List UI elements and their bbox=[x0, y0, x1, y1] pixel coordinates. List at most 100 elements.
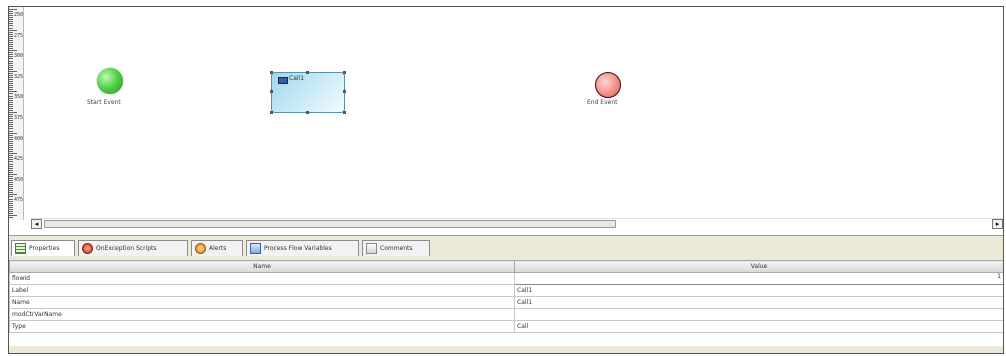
table-row[interactable]: modCtrVarName bbox=[9, 308, 1003, 321]
exception-icon bbox=[82, 243, 93, 254]
start-event-node[interactable] bbox=[97, 68, 123, 94]
tab-process-flow-variables[interactable]: Process Flow Variables bbox=[246, 240, 359, 256]
column-header-value[interactable]: Value bbox=[514, 260, 1003, 273]
property-value-field[interactable]: 1 bbox=[514, 272, 1003, 285]
ruler-tick bbox=[9, 132, 17, 134]
property-name: Label bbox=[9, 284, 515, 297]
resize-handle-tr[interactable] bbox=[343, 71, 346, 74]
ruler-tick bbox=[9, 19, 13, 21]
end-event-node[interactable] bbox=[595, 72, 621, 98]
ruler-tick bbox=[9, 210, 13, 212]
ruler-tick bbox=[9, 35, 13, 37]
table-row[interactable]: flowId 1 bbox=[9, 272, 1003, 285]
property-name: Name bbox=[9, 296, 515, 309]
tab-alerts[interactable]: Alerts bbox=[191, 240, 243, 256]
ruler-tick bbox=[9, 70, 17, 72]
ruler-tick bbox=[9, 186, 13, 188]
ruler-tick bbox=[9, 52, 13, 54]
ruler-tick bbox=[9, 60, 13, 62]
ruler-tick bbox=[9, 89, 13, 91]
ruler-tick bbox=[9, 66, 13, 68]
ruler-tick bbox=[9, 208, 13, 210]
properties-icon bbox=[15, 243, 26, 254]
ruler-tick bbox=[9, 44, 13, 46]
ruler-tick bbox=[9, 9, 17, 10]
ruler-tick bbox=[9, 39, 13, 41]
end-event-label: End Event bbox=[587, 99, 618, 106]
property-value[interactable] bbox=[514, 308, 1003, 321]
call-task-node[interactable]: Call1 bbox=[270, 71, 346, 114]
ruler-tick bbox=[9, 157, 13, 159]
vertical-ruler: 250 275 300 325 350 375 400 425 450 475 bbox=[9, 7, 24, 220]
ruler-tick bbox=[9, 163, 13, 165]
process-canvas[interactable]: 250 275 300 325 350 375 400 425 450 475 Start Eve… bbox=[9, 7, 1003, 229]
property-value[interactable]: Call bbox=[514, 320, 1003, 333]
ruler-tick bbox=[9, 48, 13, 50]
resize-handle-t[interactable] bbox=[306, 71, 309, 74]
ruler-tick bbox=[9, 33, 13, 35]
column-header-name[interactable]: Name bbox=[9, 260, 515, 273]
ruler-tick bbox=[9, 175, 13, 177]
ruler-tick bbox=[9, 182, 13, 184]
ruler-tick bbox=[9, 161, 13, 163]
ruler-label: 375 bbox=[14, 115, 24, 121]
ruler-tick bbox=[9, 188, 13, 190]
ruler-tick bbox=[9, 198, 13, 200]
alert-icon bbox=[195, 243, 206, 254]
tab-label: Process Flow Variables bbox=[264, 245, 332, 252]
ruler-label: 350 bbox=[14, 94, 24, 101]
ruler-tick bbox=[9, 151, 13, 153]
ruler-tick bbox=[9, 31, 13, 33]
tab-onexception-scripts[interactable]: OnException Scripts bbox=[78, 240, 188, 256]
ruler-tick bbox=[9, 13, 13, 15]
ruler-tick bbox=[9, 159, 13, 161]
ruler-tick bbox=[9, 105, 13, 107]
table-row[interactable]: Type Call bbox=[9, 320, 1003, 333]
scroll-thumb[interactable] bbox=[44, 220, 616, 228]
resize-handle-b[interactable] bbox=[306, 111, 309, 114]
property-value[interactable]: Call1 bbox=[514, 284, 1003, 297]
scroll-left-arrow-icon[interactable]: ◂ bbox=[31, 219, 42, 229]
ruler-tick bbox=[9, 194, 17, 196]
property-name: flowId bbox=[9, 272, 515, 285]
resize-handle-l[interactable] bbox=[270, 90, 273, 93]
properties-table: Name Value flowId 1 Label Call1 Name Cal… bbox=[9, 260, 1003, 348]
tab-label: Alerts bbox=[209, 245, 227, 252]
ruler-tick bbox=[9, 25, 13, 27]
ruler-tick bbox=[9, 83, 13, 85]
variables-icon bbox=[250, 243, 261, 254]
property-name: Type bbox=[9, 320, 515, 333]
process-designer-window: 250 275 300 325 350 375 400 425 450 475 Start Eve… bbox=[8, 6, 1004, 354]
horizontal-scrollbar[interactable]: ◂ ▸ bbox=[31, 218, 1003, 229]
ruler-tick bbox=[9, 212, 13, 214]
resize-handle-br[interactable] bbox=[343, 111, 346, 114]
table-row[interactable]: Name Call1 bbox=[9, 296, 1003, 309]
table-row[interactable]: Label Call1 bbox=[9, 284, 1003, 297]
property-name: modCtrVarName bbox=[9, 308, 515, 321]
resize-handle-bl[interactable] bbox=[270, 111, 273, 114]
resize-handle-tl[interactable] bbox=[270, 71, 273, 74]
ruler-tick bbox=[9, 37, 13, 39]
ruler-tick bbox=[9, 177, 13, 179]
ruler-tick bbox=[9, 169, 13, 171]
tab-comments[interactable]: Comments bbox=[362, 240, 430, 256]
scroll-right-arrow-icon[interactable]: ▸ bbox=[992, 219, 1003, 229]
ruler-tick bbox=[9, 140, 13, 142]
ruler-tick bbox=[9, 217, 13, 219]
ruler-tick bbox=[9, 128, 13, 130]
ruler-tick bbox=[9, 124, 13, 126]
ruler-tick bbox=[9, 27, 13, 29]
ruler-tick bbox=[9, 46, 13, 48]
ruler-tick bbox=[9, 85, 13, 87]
ruler-tick bbox=[9, 87, 13, 89]
call-task-label: Call1 bbox=[289, 75, 305, 82]
ruler-tick bbox=[9, 153, 17, 155]
ruler-tick bbox=[9, 147, 13, 149]
ruler-tick bbox=[9, 215, 17, 216]
property-value[interactable]: Call1 bbox=[514, 296, 1003, 309]
tab-properties[interactable]: Properties bbox=[11, 240, 75, 256]
resize-handle-r[interactable] bbox=[343, 90, 346, 93]
ruler-label: 450 bbox=[14, 176, 24, 183]
ruler-label: 400 bbox=[14, 135, 24, 142]
ruler-tick bbox=[9, 192, 13, 194]
